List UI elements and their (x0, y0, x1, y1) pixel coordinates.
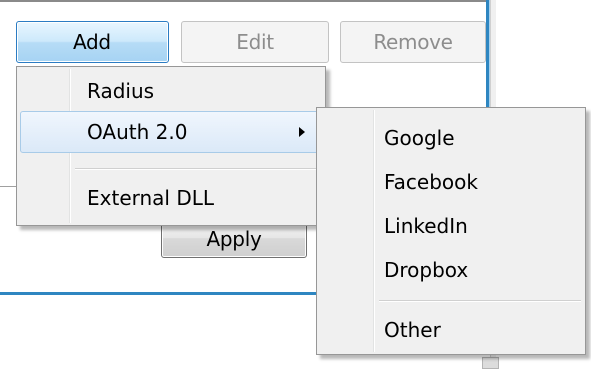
add-button[interactable]: Add (16, 21, 169, 63)
menu-item-radius[interactable]: Radius (20, 73, 322, 109)
menu-separator (379, 300, 581, 302)
remove-button[interactable]: Remove (340, 21, 486, 63)
menu-item-label: Facebook (384, 170, 478, 194)
add-menu: Radius OAuth 2.0 External DLL (16, 66, 326, 226)
menu-item-label: Other (384, 318, 441, 342)
submenu-item-linkedin[interactable]: LinkedIn (320, 206, 582, 246)
submenu-item-dropbox[interactable]: Dropbox (320, 250, 582, 290)
submenu-item-google[interactable]: Google (320, 118, 582, 158)
menu-item-oauth[interactable]: OAuth 2.0 (20, 111, 322, 153)
oauth-submenu: Google Facebook LinkedIn Dropbox Other (316, 107, 586, 355)
chevron-right-icon (299, 127, 305, 137)
menu-item-label: External DLL (87, 186, 215, 210)
menu-item-label: Google (384, 126, 455, 150)
menu-item-label: OAuth 2.0 (87, 120, 188, 144)
window-top-border (0, 0, 486, 2)
menu-item-external-dll[interactable]: External DLL (20, 178, 322, 218)
menu-item-label: Radius (87, 79, 155, 103)
submenu-item-facebook[interactable]: Facebook (320, 162, 582, 202)
menu-item-label: Dropbox (384, 258, 469, 282)
menu-separator (75, 168, 321, 170)
submenu-item-other[interactable]: Other (320, 310, 582, 350)
edit-button[interactable]: Edit (181, 21, 329, 63)
scrollbar-thumb[interactable] (482, 357, 499, 369)
menu-item-label: LinkedIn (384, 214, 468, 238)
